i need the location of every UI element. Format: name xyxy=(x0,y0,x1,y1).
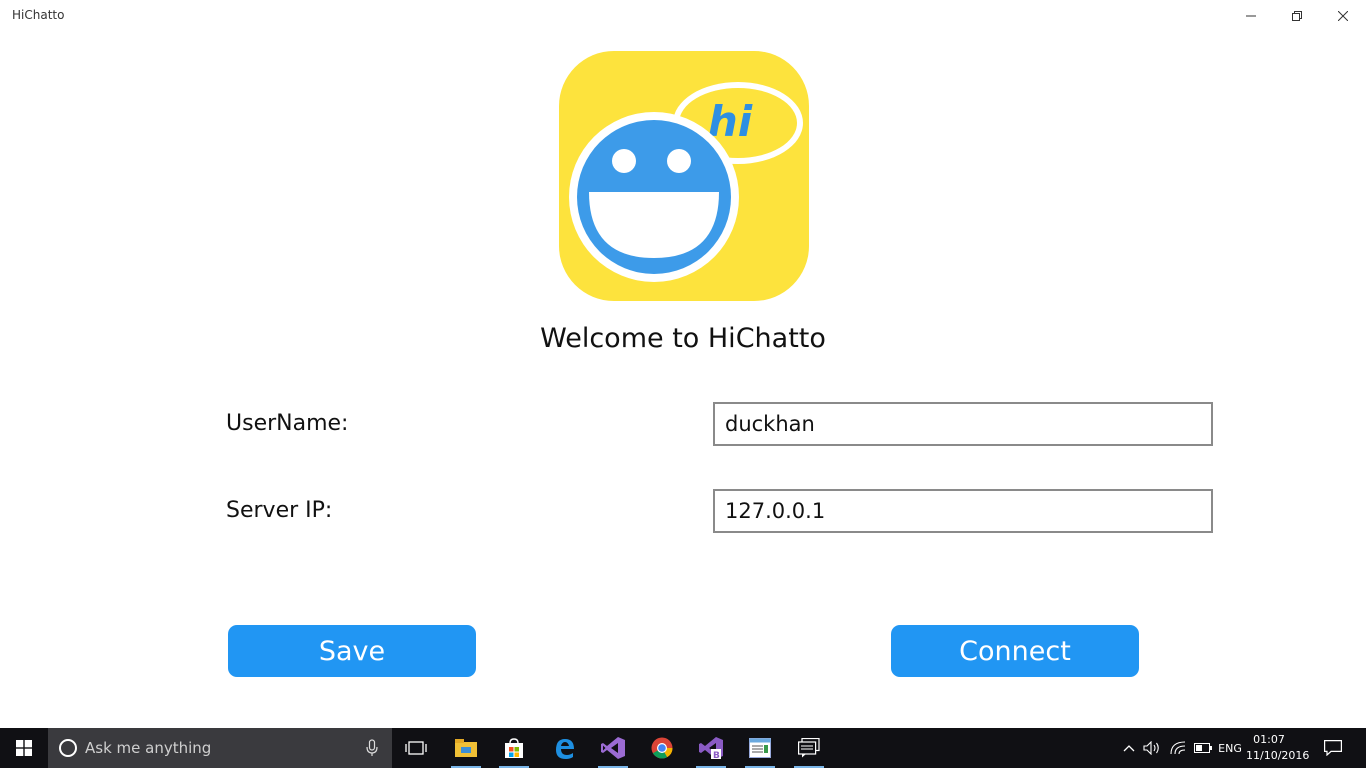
server-ip-label: Server IP: xyxy=(226,498,333,523)
battery-button[interactable] xyxy=(1191,728,1215,768)
clock[interactable]: 01:07 11/10/2016 xyxy=(1246,732,1310,764)
visual-studio-icon xyxy=(601,737,625,759)
task-view-button[interactable] xyxy=(392,728,440,768)
minimize-icon xyxy=(1246,15,1256,17)
chat-app-button[interactable] xyxy=(785,728,833,768)
edge-icon xyxy=(556,739,574,759)
file-explorer-icon xyxy=(455,739,477,757)
wifi-icon xyxy=(1170,741,1186,755)
username-label: UserName: xyxy=(226,411,349,436)
clock-time: 01:07 xyxy=(1253,733,1285,746)
store-button[interactable] xyxy=(490,728,538,768)
close-icon xyxy=(1338,11,1348,21)
visual-studio-button[interactable] xyxy=(589,728,637,768)
input-language-button[interactable]: ENG xyxy=(1214,728,1246,768)
restore-button[interactable] xyxy=(1274,0,1320,32)
svg-text:B: B xyxy=(713,751,720,759)
smiley-face-icon xyxy=(569,112,739,282)
file-explorer-button[interactable] xyxy=(442,728,490,768)
close-button[interactable] xyxy=(1320,0,1366,32)
notepad-button[interactable] xyxy=(736,728,784,768)
speaker-icon xyxy=(1143,741,1159,755)
welcome-heading: Welcome to HiChatto xyxy=(540,323,826,354)
hichatto-logo: hi xyxy=(559,51,809,301)
connect-button[interactable]: Connect xyxy=(891,625,1139,677)
chevron-up-icon xyxy=(1123,745,1135,752)
windows-logo-icon xyxy=(16,740,32,756)
volume-button[interactable] xyxy=(1141,728,1163,768)
username-input[interactable] xyxy=(713,402,1213,446)
save-button[interactable]: Save xyxy=(228,625,476,677)
network-button[interactable] xyxy=(1166,728,1190,768)
battery-icon xyxy=(1194,743,1212,753)
blend-icon: B xyxy=(699,737,723,759)
search-box[interactable]: Ask me anything xyxy=(48,728,392,768)
language-indicator: ENG xyxy=(1218,741,1242,755)
search-placeholder: Ask me anything xyxy=(85,739,212,757)
window-title: HiChatto xyxy=(12,8,65,22)
store-icon xyxy=(505,738,523,758)
chrome-button[interactable] xyxy=(638,728,686,768)
restore-icon xyxy=(1292,11,1302,21)
edge-button[interactable] xyxy=(540,728,588,768)
cortana-icon xyxy=(59,739,77,757)
chrome-icon xyxy=(651,737,673,759)
blend-button[interactable]: B xyxy=(687,728,735,768)
start-button[interactable] xyxy=(0,728,48,768)
microphone-icon[interactable] xyxy=(366,739,378,757)
notification-icon xyxy=(1324,740,1342,756)
title-bar: HiChatto xyxy=(0,0,1366,32)
clock-date: 11/10/2016 xyxy=(1246,749,1310,762)
show-hidden-icons-button[interactable] xyxy=(1120,728,1138,768)
taskbar: Ask me anything B ENG 01:07 11/10/2016 xyxy=(0,728,1366,768)
server-ip-input[interactable] xyxy=(713,489,1213,533)
action-center-button[interactable] xyxy=(1318,728,1348,768)
chat-app-icon xyxy=(798,738,820,758)
task-view-icon xyxy=(405,741,427,755)
notepad-icon xyxy=(749,738,771,758)
minimize-button[interactable] xyxy=(1228,0,1274,32)
